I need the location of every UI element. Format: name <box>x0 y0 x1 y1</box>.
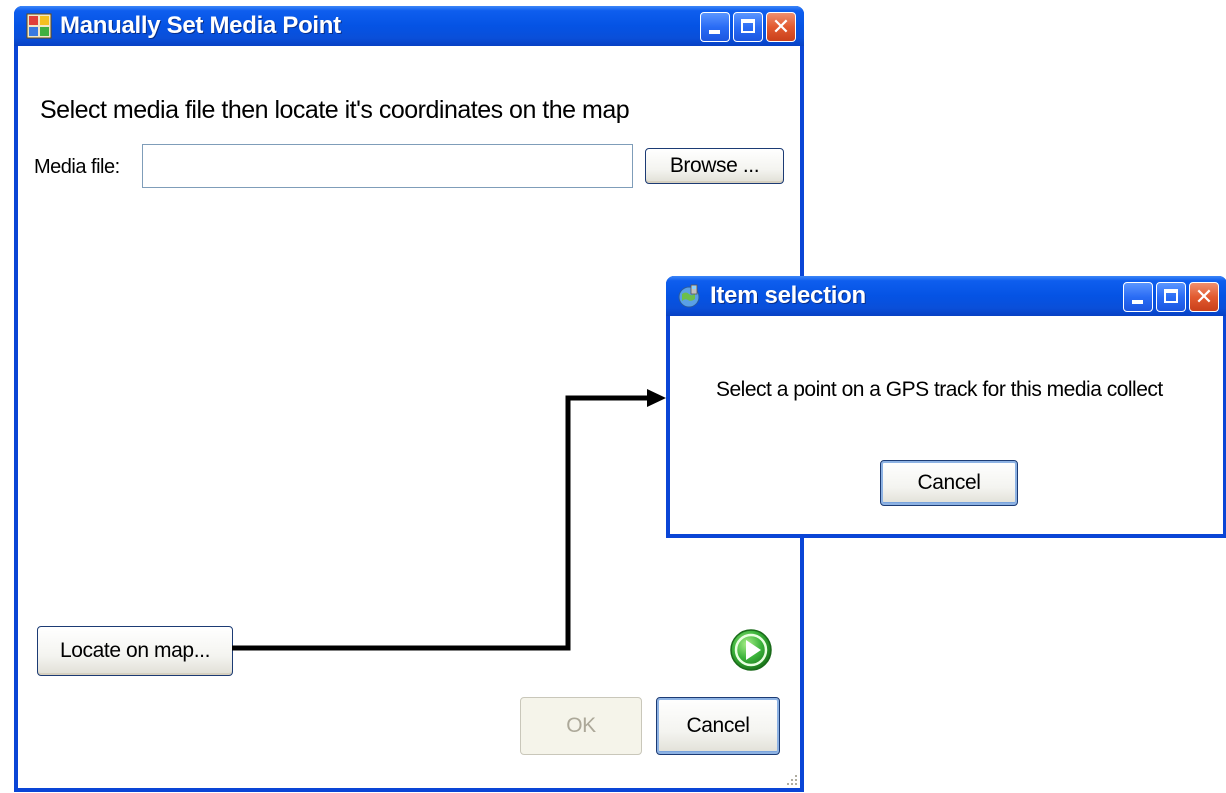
main-caption-buttons: ✕ <box>700 12 796 42</box>
item-titlebar[interactable]: Item selection ✕ <box>666 276 1226 316</box>
item-caption-buttons: ✕ <box>1123 282 1219 312</box>
main-cancel-button[interactable]: Cancel <box>656 697 780 755</box>
item-cancel-button[interactable]: Cancel <box>880 460 1018 506</box>
media-file-input[interactable] <box>142 144 633 188</box>
maximize-icon <box>741 19 755 33</box>
browse-button[interactable]: Browse ... <box>645 148 784 184</box>
item-client-area: Select a point on a GPS track for this m… <box>670 316 1223 534</box>
main-cancel-label: Cancel <box>686 714 750 737</box>
resize-grip-icon[interactable] <box>784 772 798 786</box>
main-titlebar[interactable]: Manually Set Media Point ✕ <box>14 6 804 46</box>
media-file-label: Media file: <box>34 156 120 178</box>
item-minimize-button[interactable] <box>1123 282 1153 312</box>
close-icon: ✕ <box>1194 284 1214 309</box>
maximize-icon <box>1164 289 1178 303</box>
minimize-icon <box>1132 300 1143 304</box>
globe-gps-icon <box>678 284 700 308</box>
instruction-text: Select media file then locate it's coord… <box>40 96 630 124</box>
main-maximize-button[interactable] <box>733 12 763 42</box>
browse-button-label: Browse ... <box>669 154 760 177</box>
main-minimize-button[interactable] <box>700 12 730 42</box>
main-window-title: Manually Set Media Point <box>60 12 341 39</box>
app-window-icon <box>26 13 52 39</box>
green-play-icon[interactable] <box>729 628 773 672</box>
ok-button[interactable]: OK <box>520 697 642 755</box>
minimize-icon <box>709 30 720 34</box>
item-cancel-label: Cancel <box>917 471 981 494</box>
close-icon: ✕ <box>771 14 791 39</box>
item-message-text: Select a point on a GPS track for this m… <box>716 378 1163 401</box>
item-maximize-button[interactable] <box>1156 282 1186 312</box>
ok-button-label: OK <box>566 714 596 737</box>
locate-on-map-label: Locate on map... <box>59 639 211 662</box>
locate-on-map-button[interactable]: Locate on map... <box>37 626 233 676</box>
item-close-button[interactable]: ✕ <box>1189 282 1219 312</box>
item-window-title: Item selection <box>710 282 866 309</box>
main-close-button[interactable]: ✕ <box>766 12 796 42</box>
item-selection-window: Item selection ✕ Select a point on a GPS… <box>666 276 1226 538</box>
